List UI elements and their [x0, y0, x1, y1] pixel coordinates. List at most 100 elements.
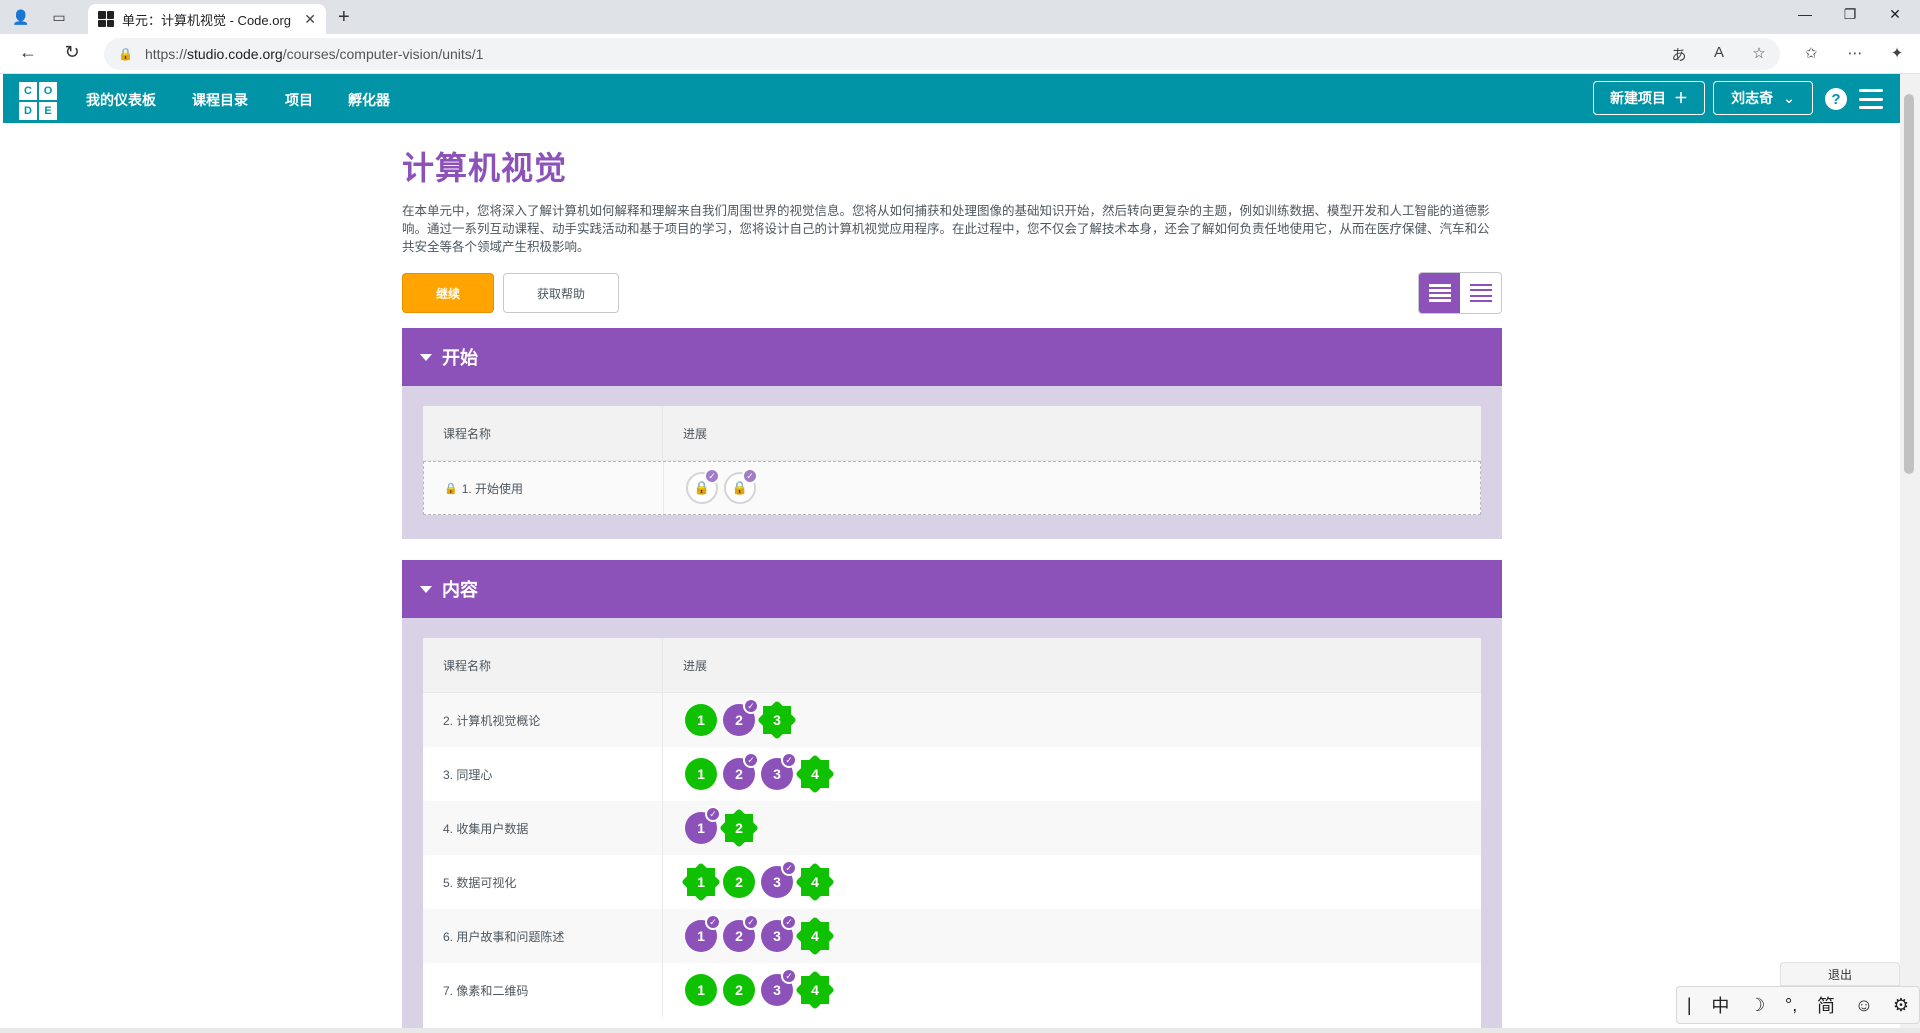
level-bubble[interactable]: 1 ✓: [685, 806, 721, 844]
url-path: /courses/computer-vision/units/1: [282, 46, 484, 62]
lesson-name[interactable]: 7. 像素和二维码: [423, 963, 663, 1017]
level-bubble[interactable]: 4: [801, 976, 829, 1004]
locked-level-bubble[interactable]: 🔒 ✓: [724, 468, 758, 504]
close-window-icon[interactable]: ✕: [1880, 6, 1910, 23]
back-icon[interactable]: ←: [16, 42, 40, 63]
level-number: 2: [735, 766, 743, 782]
level-bubble[interactable]: 1: [685, 758, 717, 790]
level-bubble[interactable]: 3 ✓: [761, 752, 797, 790]
level-number: 3: [773, 874, 781, 890]
ime-moon-icon[interactable]: ☽: [1749, 995, 1765, 1016]
level-bubble[interactable]: 2: [725, 814, 753, 842]
level-bubble[interactable]: 2: [723, 974, 755, 1006]
nav-course-catalog[interactable]: 课程目录: [192, 90, 248, 110]
nav-incubator[interactable]: 孵化器: [348, 90, 390, 110]
progress-cell: 1 2 3 ✓ 4: [663, 963, 1481, 1017]
ime-simplified-mode[interactable]: 简: [1817, 992, 1835, 1018]
translate-icon[interactable]: あ: [1668, 44, 1690, 65]
locked-level-bubble[interactable]: 🔒 ✓: [686, 468, 720, 504]
browser-tab[interactable]: 单元：计算机视觉 - Code.org ✕: [88, 4, 326, 34]
address-bar[interactable]: 🔒 https://studio.code.org/courses/comput…: [104, 38, 1780, 70]
close-tab-icon[interactable]: ✕: [304, 11, 316, 28]
copilot-icon[interactable]: ✦: [1886, 44, 1908, 62]
level-bubble[interactable]: 4: [801, 760, 829, 788]
section-header[interactable]: 内容: [402, 560, 1502, 618]
summary-view-button[interactable]: [1460, 273, 1501, 313]
level-bubble[interactable]: 3 ✓: [761, 914, 797, 952]
favorites-icon[interactable]: ✩: [1800, 44, 1822, 62]
tab-actions-icon[interactable]: ▭: [48, 6, 70, 28]
help-icon[interactable]: ?: [1825, 88, 1847, 110]
reload-icon[interactable]: ↻: [60, 42, 84, 63]
checkmark-icon: ✓: [742, 468, 758, 484]
ime-exit-button[interactable]: 退出: [1780, 962, 1900, 986]
level-number: 2: [735, 982, 743, 998]
more-icon[interactable]: ⋯: [1844, 44, 1866, 62]
checkmark-icon: ✓: [704, 468, 720, 484]
level-number: 4: [811, 928, 819, 944]
lesson-name[interactable]: 4. 收集用户数据: [423, 801, 663, 855]
progress-cell: 1 2 3 ✓ 4: [663, 855, 1481, 909]
section-header[interactable]: 开始: [402, 328, 1502, 386]
tab-title: 单元：计算机视觉 - Code.org: [122, 12, 292, 28]
ime-settings-icon[interactable]: ⚙: [1893, 995, 1909, 1016]
ime-emoji-icon[interactable]: ☺: [1855, 995, 1873, 1016]
summary-icon: [1469, 284, 1492, 302]
scrollbar-thumb[interactable]: [1904, 94, 1914, 474]
site-info-icon[interactable]: 🔒: [118, 47, 133, 61]
new-project-button[interactable]: 新建项目 ＋: [1593, 81, 1705, 115]
level-bubble[interactable]: 1: [687, 868, 715, 896]
logo-letter: D: [19, 102, 37, 120]
code-logo[interactable]: C O D E: [19, 82, 57, 120]
table-row: 2. 计算机视觉概论 1 2 ✓ 3: [423, 693, 1481, 747]
checkmark-icon: ✓: [743, 914, 759, 930]
caret-down-icon: [420, 353, 432, 361]
level-bubble[interactable]: 3: [763, 706, 791, 734]
get-help-button[interactable]: 获取帮助: [503, 273, 619, 313]
column-lesson-name: 课程名称: [423, 638, 663, 692]
nav-projects[interactable]: 项目: [285, 90, 313, 110]
favorite-star-icon[interactable]: ☆: [1748, 44, 1770, 62]
ime-chinese-mode[interactable]: 中: [1711, 992, 1729, 1018]
lesson-name[interactable]: 5. 数据可视化: [423, 855, 663, 909]
user-menu-button[interactable]: 刘志奇 ⌄: [1713, 81, 1813, 115]
level-number: 1: [697, 820, 705, 836]
progress-cell: 1 ✓ 2: [663, 801, 1481, 855]
lesson-name[interactable]: 3. 同理心: [423, 747, 663, 801]
table-row: 🔒 1. 开始使用 🔒 ✓ 🔒 ✓: [423, 461, 1481, 515]
level-number: 4: [811, 874, 819, 890]
ime-punctuation-icon[interactable]: °,: [1785, 995, 1797, 1016]
progress-cell: 1 ✓ 2 ✓ 3 ✓ 4: [663, 909, 1481, 963]
level-bubble[interactable]: 1: [685, 704, 717, 736]
table-row: 5. 数据可视化 1 2 3 ✓ 4: [423, 855, 1481, 909]
level-bubble[interactable]: 1 ✓: [685, 914, 721, 952]
level-bubble[interactable]: 2 ✓: [723, 914, 759, 952]
minimize-icon[interactable]: —: [1790, 6, 1820, 22]
level-bubble[interactable]: 2 ✓: [723, 698, 759, 736]
new-tab-icon[interactable]: +: [338, 6, 350, 29]
level-bubble[interactable]: 2: [723, 866, 755, 898]
continue-button[interactable]: 继续: [402, 273, 494, 313]
level-bubble[interactable]: 4: [801, 868, 829, 896]
progress-cell: 1 2 ✓ 3 ✓ 4: [663, 747, 1481, 801]
unit-description: 在本单元中，您将深入了解计算机如何解释和理解来自我们周围世界的视觉信息。您将从如…: [402, 204, 1490, 254]
progress-cell: 1 2 ✓ 3: [663, 693, 1481, 747]
level-bubble[interactable]: 2 ✓: [723, 752, 759, 790]
detail-view-button[interactable]: [1419, 273, 1460, 313]
hamburger-menu-icon[interactable]: [1859, 89, 1883, 109]
level-number: 3: [773, 982, 781, 998]
level-bubble[interactable]: 3 ✓: [761, 860, 797, 898]
level-number: 2: [735, 928, 743, 944]
nav-my-dashboard[interactable]: 我的仪表板: [86, 90, 156, 110]
read-aloud-icon[interactable]: A: [1708, 44, 1730, 61]
lesson-name[interactable]: 2. 计算机视觉概论: [423, 693, 663, 747]
profile-icon[interactable]: 👤: [10, 6, 32, 28]
lesson-name: 1. 开始使用: [461, 481, 524, 496]
lesson-name[interactable]: 6. 用户故事和问题陈述: [423, 909, 663, 963]
level-bubble[interactable]: 3 ✓: [761, 968, 797, 1006]
level-bubble[interactable]: 4: [801, 922, 829, 950]
restore-icon[interactable]: ❐: [1835, 6, 1865, 23]
level-bubble[interactable]: 1: [685, 974, 717, 1006]
window-bottom-edge: [0, 1028, 1920, 1033]
lesson-name-cell[interactable]: 🔒 1. 开始使用: [424, 462, 664, 514]
